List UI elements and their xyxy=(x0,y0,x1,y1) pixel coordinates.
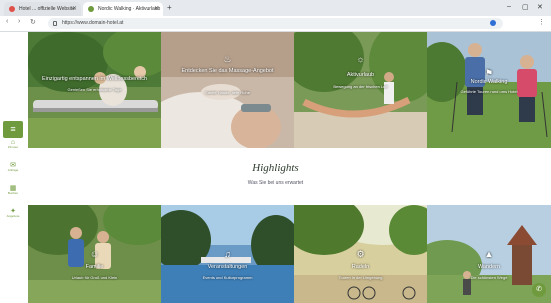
tile-subtitle: Geführte Touren rund ums Hotel xyxy=(460,89,518,94)
sidebar-item-rooms[interactable]: ⌂ Zimmer xyxy=(3,139,23,161)
menu-icon[interactable]: ≡ xyxy=(3,121,23,138)
reload-icon[interactable]: ↻ xyxy=(30,18,36,26)
favicon-icon xyxy=(9,6,15,12)
tile-subtitle: Bewegung an der frischen Luft xyxy=(333,84,388,89)
sidebar-item-book[interactable]: ▦ Buchen xyxy=(3,185,23,207)
url-input[interactable]: https://www.domain-hotel.at xyxy=(48,18,503,29)
tile-wellness[interactable]: Einzigartig entspannen im Wellnessbereic… xyxy=(28,32,161,148)
minimize-icon[interactable]: – xyxy=(507,3,511,10)
tile-title: Aktivurlaub xyxy=(346,72,375,78)
lock-icon xyxy=(53,21,57,26)
hammock-icon: ☼ xyxy=(356,54,365,64)
address-bar: ‹ › ↻ https://www.domain-hotel.at ⋮ xyxy=(0,16,551,32)
tile-massage[interactable]: ♨ Entdecken Sie das Massage-Angebot Sanf… xyxy=(161,32,294,148)
close-tab-icon[interactable]: ✕ xyxy=(154,2,159,16)
new-tab-icon[interactable]: + xyxy=(167,3,172,12)
tab-title: Nordic Walking · Aktivurlaub xyxy=(98,6,161,12)
tile-title: Nordic Walking xyxy=(470,79,508,85)
massage-icon: ♨ xyxy=(223,54,232,64)
bike-icon: ⚙ xyxy=(356,249,365,259)
family-icon: ☺ xyxy=(89,249,100,259)
tile-title: Entdecken Sie das Massage-Angebot xyxy=(181,68,274,74)
browser-tab-active[interactable]: Nordic Walking · Aktivurlaub ✕ xyxy=(83,2,163,16)
quick-nav-sidebar: ≡ ⌂ Zimmer ✉ Anfrage ▦ Buchen ✦ Angebote xyxy=(3,121,23,230)
tile-title: Radeln xyxy=(351,264,370,270)
forward-icon[interactable]: › xyxy=(18,18,20,25)
tile-title: Wandern xyxy=(477,264,501,270)
sidebar-item-label: Buchen xyxy=(7,191,19,195)
tile-title: Familie xyxy=(85,264,104,270)
url-text: https://www.domain-hotel.at xyxy=(62,20,124,26)
maximize-icon[interactable]: ▢ xyxy=(522,3,529,11)
chat-icon[interactable]: ✆ xyxy=(532,283,546,297)
extension-icon[interactable] xyxy=(490,20,496,26)
sidebar-item-label: Zimmer xyxy=(7,145,19,149)
tab-title: Hotel ... offizielle Website xyxy=(19,6,75,12)
tile-subtitle: Urlaub für Groß und Klein xyxy=(71,275,118,280)
sidebar-item-label: Angebote xyxy=(6,214,20,218)
tile-subtitle: Genießen Sie erholsame Tage xyxy=(67,87,122,92)
walking-icon: ⚑ xyxy=(484,68,494,78)
tile-subtitle: Events und Kulturprogramm xyxy=(202,275,253,280)
close-tab-icon[interactable]: ✕ xyxy=(72,2,77,16)
highlights-subtitle: Was Sie bei uns erwartet xyxy=(247,180,304,186)
tile-title: Veranstaltungen xyxy=(207,264,248,270)
browser-tab-bar: Hotel ... offizielle Website ✕ Nordic Wa… xyxy=(0,0,551,16)
browser-tab[interactable]: Hotel ... offizielle Website ✕ xyxy=(4,2,81,16)
highlights-title: Highlights xyxy=(252,162,299,174)
favicon-icon xyxy=(88,6,94,12)
tile-title: Einzigartig entspannen im Wellnessbereic… xyxy=(41,76,148,82)
sidebar-item-offers[interactable]: ✦ Angebote xyxy=(3,208,23,230)
tile-active-holiday[interactable]: ☼ Aktivurlaub Bewegung an der frischen L… xyxy=(294,32,427,148)
more-menu-icon[interactable]: ⋮ xyxy=(538,18,545,26)
tile-family[interactable]: ☺ Familie Urlaub für Groß und Klein xyxy=(28,205,161,303)
tile-nordic-walking[interactable]: ⚑ Nordic Walking Geführte Touren rund um… xyxy=(427,32,551,148)
sidebar-item-label: Anfrage xyxy=(7,168,19,172)
tile-subtitle: Sanfte Hände, tiefe Ruhe xyxy=(205,90,250,95)
back-icon[interactable]: ‹ xyxy=(6,18,8,25)
tile-subtitle: Touren in der Umgebung xyxy=(338,275,383,280)
sidebar-item-inquiry[interactable]: ✉ Anfrage xyxy=(3,162,23,184)
tile-subtitle: Die schönsten Wege xyxy=(470,275,508,280)
tile-cycling[interactable]: ⚙ Radeln Touren in der Umgebung xyxy=(294,205,427,303)
tile-image xyxy=(294,32,427,148)
tile-events[interactable]: ♫ Veranstaltungen Events und Kulturprogr… xyxy=(161,205,294,303)
hiking-icon: ▲ xyxy=(484,249,494,259)
close-window-icon[interactable]: ✕ xyxy=(537,3,543,11)
music-icon: ♫ xyxy=(224,249,231,259)
